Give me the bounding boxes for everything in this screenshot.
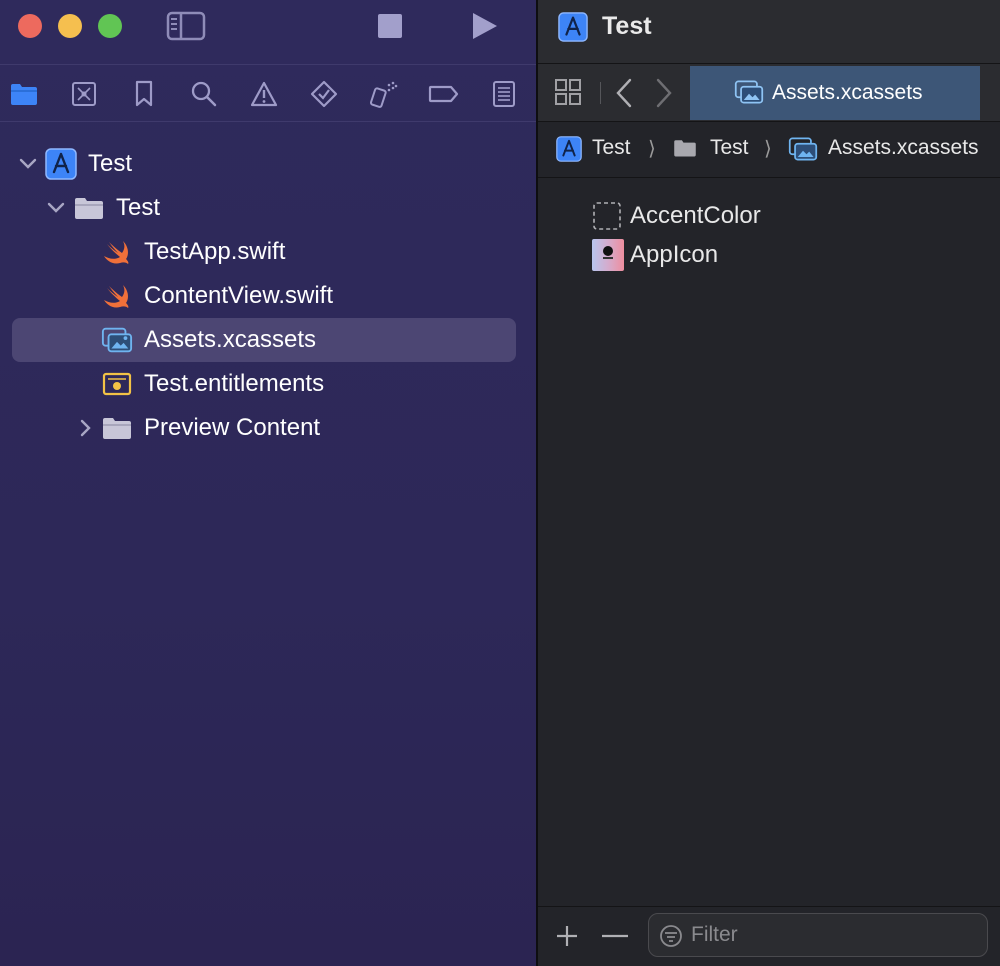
jumpbar-item-project[interactable]: Test — [592, 136, 631, 160]
folder-icon — [672, 138, 698, 163]
tab-source-control[interactable] — [69, 79, 99, 109]
source-control-icon — [72, 82, 96, 106]
xcode-project-icon — [558, 12, 588, 47]
navigator-tab-bar — [0, 64, 536, 122]
test-diamond-icon — [310, 80, 338, 108]
report-icon — [493, 81, 515, 107]
tree-row-project[interactable]: Test — [0, 142, 536, 186]
chevron-down-icon[interactable] — [18, 154, 38, 174]
tab-reports[interactable] — [489, 79, 519, 109]
minus-icon — [602, 934, 628, 938]
tab-bookmarks[interactable] — [129, 79, 159, 109]
tree-item-label: Test — [116, 194, 161, 221]
jump-bar: Test ⟩ Test ⟩ Assets.xcassets — [538, 122, 1000, 178]
tree-item-label: Preview Content — [144, 414, 321, 441]
chevron-right-icon — [656, 78, 672, 108]
related-items-button[interactable] — [554, 78, 582, 111]
jumpbar-item-file[interactable]: Assets.xcassets — [828, 136, 979, 160]
color-set-icon — [592, 201, 622, 236]
separator — [600, 82, 601, 104]
minimize-window-button[interactable] — [58, 14, 82, 38]
sidebar-toggle-icon — [166, 11, 206, 41]
folder-icon — [101, 412, 133, 444]
folder-icon — [73, 192, 105, 224]
breakpoint-icon — [428, 85, 459, 103]
spray-icon — [369, 81, 398, 108]
filter-field[interactable] — [648, 913, 988, 957]
jumpbar-separator: ⟩ — [764, 138, 772, 160]
tree-item-label: TestApp.swift — [144, 238, 286, 265]
back-button[interactable] — [614, 78, 634, 113]
tab-project-navigator[interactable] — [9, 79, 39, 109]
run-button[interactable] — [466, 10, 502, 42]
tab-find[interactable] — [189, 79, 219, 109]
tab-debug[interactable] — [369, 79, 399, 109]
stop-icon — [378, 14, 402, 38]
warning-icon — [250, 81, 278, 107]
tree-row-assets[interactable]: Assets.xcassets — [0, 318, 536, 362]
tree-item-label: Assets.xcassets — [144, 326, 317, 353]
play-icon — [473, 13, 497, 39]
tree-row-entitlements[interactable]: Test.entitlements — [0, 362, 536, 406]
xcode-project-icon — [45, 148, 77, 180]
chevron-left-icon — [616, 78, 632, 108]
tree-row-contentview-swift[interactable]: ContentView.swift — [0, 274, 536, 318]
jumpbar-separator: ⟩ — [648, 138, 656, 160]
folder-icon — [11, 84, 37, 105]
tree-item-label: Test — [88, 150, 133, 177]
window-titlebar — [0, 0, 536, 64]
asset-catalog-icon — [734, 79, 764, 110]
tree-item-label: Test.entitlements — [144, 370, 325, 397]
tab-label: Assets.xcassets — [772, 81, 923, 104]
forward-button[interactable] — [654, 78, 674, 113]
xcode-project-icon — [556, 136, 582, 167]
close-window-button[interactable] — [18, 14, 42, 38]
plus-icon — [557, 926, 577, 946]
window-title: Test — [602, 12, 652, 40]
tab-tests[interactable] — [309, 79, 339, 109]
editor-pane: Test Assets.xcassets Test ⟩ Test ⟩ Asset… — [538, 0, 1000, 966]
magnifier-icon — [191, 81, 217, 107]
asset-label: AppIcon — [630, 241, 719, 268]
swift-icon — [102, 236, 134, 268]
navigator-pane: Test Test TestApp.swift ContentView.swif… — [0, 0, 536, 966]
editor-titlebar: Test — [538, 0, 1000, 64]
editor-bottom-bar — [538, 906, 1000, 966]
grid-icon — [555, 79, 581, 105]
jumpbar-item-group[interactable]: Test — [710, 136, 749, 160]
swift-icon — [102, 280, 134, 312]
filter-icon — [659, 924, 683, 953]
asset-label: AccentColor — [630, 202, 761, 229]
add-button[interactable] — [554, 923, 580, 954]
chevron-right-icon[interactable] — [76, 418, 96, 438]
tab-assets-xcassets[interactable]: Assets.xcassets — [690, 66, 980, 120]
asset-catalog-icon — [788, 136, 818, 167]
tree-row-group-test[interactable]: Test — [0, 186, 536, 230]
entitlements-icon — [101, 368, 133, 400]
zoom-window-button[interactable] — [98, 14, 122, 38]
tree-item-label: ContentView.swift — [144, 282, 333, 309]
sidebar-toggle-button[interactable] — [164, 8, 208, 44]
filter-input[interactable] — [691, 920, 971, 950]
remove-button[interactable] — [600, 923, 630, 954]
tree-row-preview-content[interactable]: Preview Content — [0, 406, 536, 450]
editor-tab-bar: Assets.xcassets — [538, 64, 1000, 122]
bookmark-icon — [135, 80, 153, 107]
tab-issues[interactable] — [249, 79, 279, 109]
asset-catalog-icon — [101, 324, 133, 356]
stop-button[interactable] — [374, 12, 406, 40]
app-icon-set-icon — [592, 239, 624, 271]
tab-breakpoints[interactable] — [428, 79, 460, 109]
tree-row-testapp-swift[interactable]: TestApp.swift — [0, 230, 536, 274]
chevron-down-icon[interactable] — [46, 198, 66, 218]
